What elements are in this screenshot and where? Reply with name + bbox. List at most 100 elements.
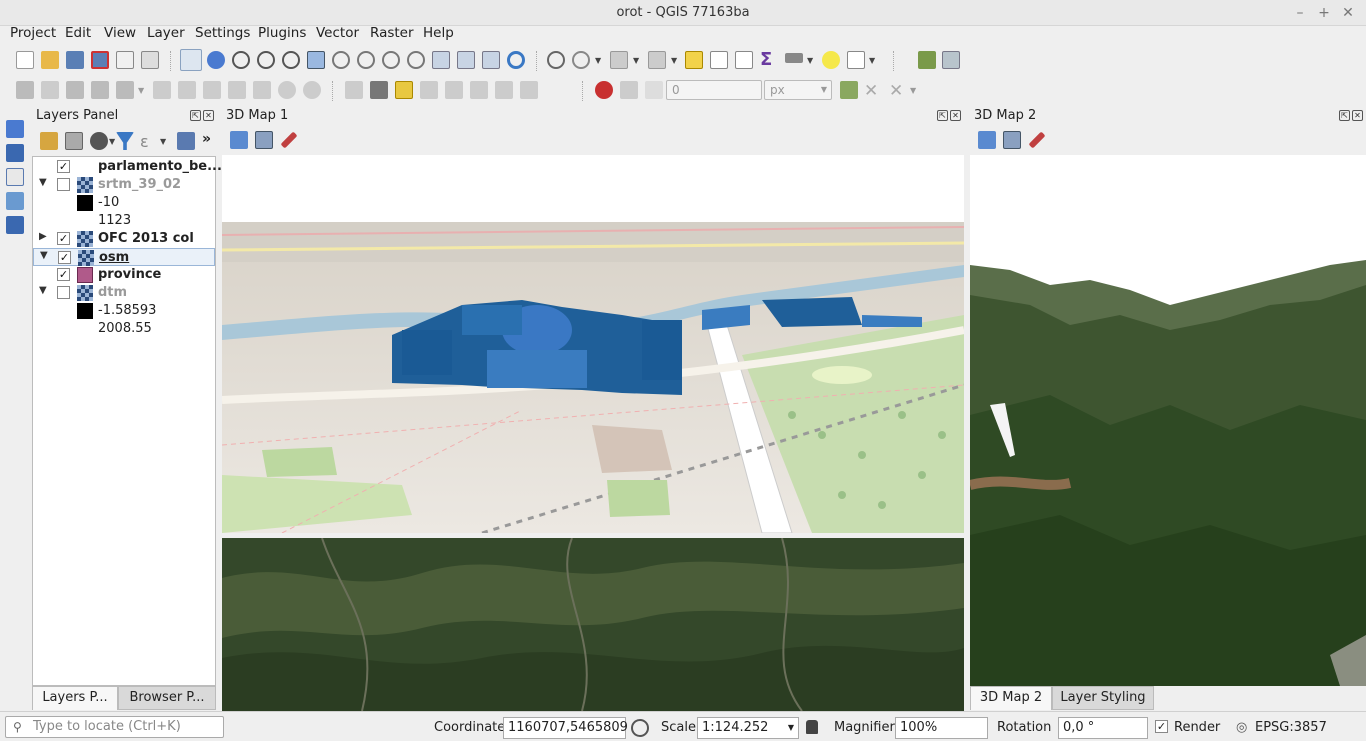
refresh-icon[interactable]	[507, 51, 525, 69]
rotation-spinbox[interactable]: 0,0 °	[1058, 717, 1148, 739]
zoom-out-icon[interactable]	[257, 51, 275, 69]
add-delimited-text-icon[interactable]	[6, 192, 24, 210]
crs-label[interactable]: EPSG:3857	[1255, 720, 1327, 735]
layer-visibility-checkbox[interactable]: ✓	[57, 232, 70, 245]
open-project-icon[interactable]	[41, 51, 59, 69]
zoom-full-3d-icon[interactable]	[978, 131, 996, 149]
layer-visibility-checkbox[interactable]	[57, 178, 70, 191]
close-panel-icon[interactable]: ✕	[1352, 110, 1363, 121]
pin-label-icon[interactable]	[420, 81, 438, 99]
attribute-table-icon[interactable]	[710, 51, 728, 69]
tracing-icon[interactable]: ✕	[889, 81, 907, 101]
zoom-native-icon[interactable]	[382, 51, 400, 69]
redo-icon[interactable]	[303, 81, 321, 99]
print-layout-icon[interactable]	[116, 51, 134, 69]
map1-aerial-canvas[interactable]	[222, 538, 964, 711]
intersection-icon[interactable]: ✕	[864, 81, 882, 101]
chevron-down-icon[interactable]: ▼	[109, 137, 115, 146]
menu-layer[interactable]: Layer	[147, 26, 185, 46]
layer-labeling-icon[interactable]	[370, 81, 388, 99]
pan-hand-icon[interactable]	[180, 49, 202, 71]
save-image-3d-icon[interactable]	[255, 131, 273, 149]
layer-item-ofc[interactable]: ▶ ✓ OFC 2013 col	[33, 230, 215, 248]
magnifier-spinbox[interactable]: 100%	[895, 717, 988, 739]
float-panel-icon[interactable]: ⇱	[1339, 110, 1350, 121]
chevron-down-icon[interactable]: ▼	[595, 56, 601, 65]
toggle-extents-icon[interactable]	[631, 719, 649, 737]
move-label-icon[interactable]	[470, 81, 488, 99]
new-project-icon[interactable]	[16, 51, 34, 69]
layer-item-parlamento[interactable]: ✓ parlamento_be...	[33, 158, 222, 176]
float-panel-icon[interactable]: ⇱	[937, 110, 948, 121]
cut-icon[interactable]	[203, 81, 221, 99]
toggle-editing-icon[interactable]	[41, 81, 59, 99]
measure-icon[interactable]	[785, 53, 803, 63]
zoom-layer-icon[interactable]	[357, 51, 375, 69]
save-edits-icon[interactable]	[66, 81, 84, 99]
style-manager-icon[interactable]	[40, 132, 58, 150]
menu-help[interactable]: Help	[423, 26, 454, 46]
expand-arrow-icon[interactable]: ▼	[39, 177, 47, 188]
menu-vector[interactable]: Vector	[316, 26, 359, 46]
close-panel-icon[interactable]: ✕	[203, 110, 214, 121]
layer-item-srtm[interactable]: ▼ srtm_39_02	[33, 176, 215, 194]
snapping-mode-icon[interactable]	[620, 81, 638, 99]
expand-arrow-icon[interactable]: ▼	[40, 250, 48, 261]
tab-3d-map-2[interactable]: 3D Map 2	[970, 686, 1052, 710]
actions-icon[interactable]	[572, 51, 590, 69]
field-calculator-icon[interactable]	[735, 51, 753, 69]
rotate-label-icon[interactable]	[495, 81, 513, 99]
change-label-icon[interactable]	[520, 81, 538, 99]
tab-layer-styling[interactable]: Layer Styling	[1052, 686, 1154, 710]
modify-attributes-icon[interactable]	[153, 81, 171, 99]
select-value-icon[interactable]	[648, 51, 666, 69]
layer-visibility-checkbox[interactable]	[57, 286, 70, 299]
menu-raster[interactable]: Raster	[370, 26, 414, 46]
show-hide-label-icon[interactable]	[445, 81, 463, 99]
show-bookmarks-icon[interactable]	[482, 51, 500, 69]
layer-visibility-checkbox[interactable]: ✓	[58, 251, 71, 264]
expand-arrow-icon[interactable]: ▼	[39, 285, 47, 296]
add-group-icon[interactable]	[65, 132, 83, 150]
identify-icon[interactable]	[547, 51, 565, 69]
add-wms-icon[interactable]	[6, 144, 24, 162]
deselect-icon[interactable]	[685, 51, 703, 69]
tab-layers-panel[interactable]: Layers P...	[32, 686, 118, 710]
zoom-next-icon[interactable]	[432, 51, 450, 69]
add-vector-icon[interactable]	[6, 168, 24, 186]
map-tips-icon[interactable]	[822, 51, 840, 69]
label-icon[interactable]	[345, 81, 363, 99]
zoom-rubberband-icon[interactable]	[282, 51, 300, 69]
zoom-in-icon[interactable]	[232, 51, 250, 69]
configure-wrench-icon[interactable]	[280, 131, 298, 149]
undo-icon[interactable]	[278, 81, 296, 99]
chevron-down-icon[interactable]: ▼	[138, 86, 144, 95]
filter-expression-icon[interactable]: ε	[140, 132, 158, 151]
save-as-icon[interactable]	[91, 51, 109, 69]
layer-item-dtm[interactable]: ▼ dtm	[33, 284, 215, 302]
chevron-down-icon[interactable]: ▼	[160, 137, 166, 146]
configure-wrench-icon[interactable]	[1028, 131, 1046, 149]
snapping-type-icon[interactable]	[645, 81, 663, 99]
expand-all-icon[interactable]	[177, 132, 195, 150]
menu-plugins[interactable]: Plugins	[258, 26, 306, 46]
chevron-down-icon[interactable]: ▼	[633, 56, 639, 65]
chevron-down-icon[interactable]: ▼	[671, 56, 677, 65]
close-panel-icon[interactable]: ✕	[950, 110, 961, 121]
plugin-python-icon[interactable]	[942, 51, 960, 69]
more-tools-icon[interactable]: »	[202, 131, 220, 149]
menu-edit[interactable]: Edit	[65, 26, 91, 46]
delete-selected-icon[interactable]	[178, 81, 196, 99]
tolerance-spinbox[interactable]: 0	[666, 80, 762, 100]
lock-scale-icon[interactable]	[806, 720, 818, 734]
add-postgis-icon[interactable]	[6, 216, 24, 234]
layer-visibility-checkbox[interactable]: ✓	[57, 160, 70, 173]
scale-combobox[interactable]: 1:124.252 ▼	[697, 717, 799, 739]
menu-view[interactable]: View	[104, 26, 136, 46]
paste-icon[interactable]	[253, 81, 271, 99]
zoom-full-3d-icon[interactable]	[230, 131, 248, 149]
tab-browser-panel[interactable]: Browser P...	[118, 686, 216, 710]
add-raster-icon[interactable]	[6, 120, 24, 138]
highlight-label-icon[interactable]	[395, 81, 413, 99]
layer-visibility-checkbox[interactable]: ✓	[57, 268, 70, 281]
